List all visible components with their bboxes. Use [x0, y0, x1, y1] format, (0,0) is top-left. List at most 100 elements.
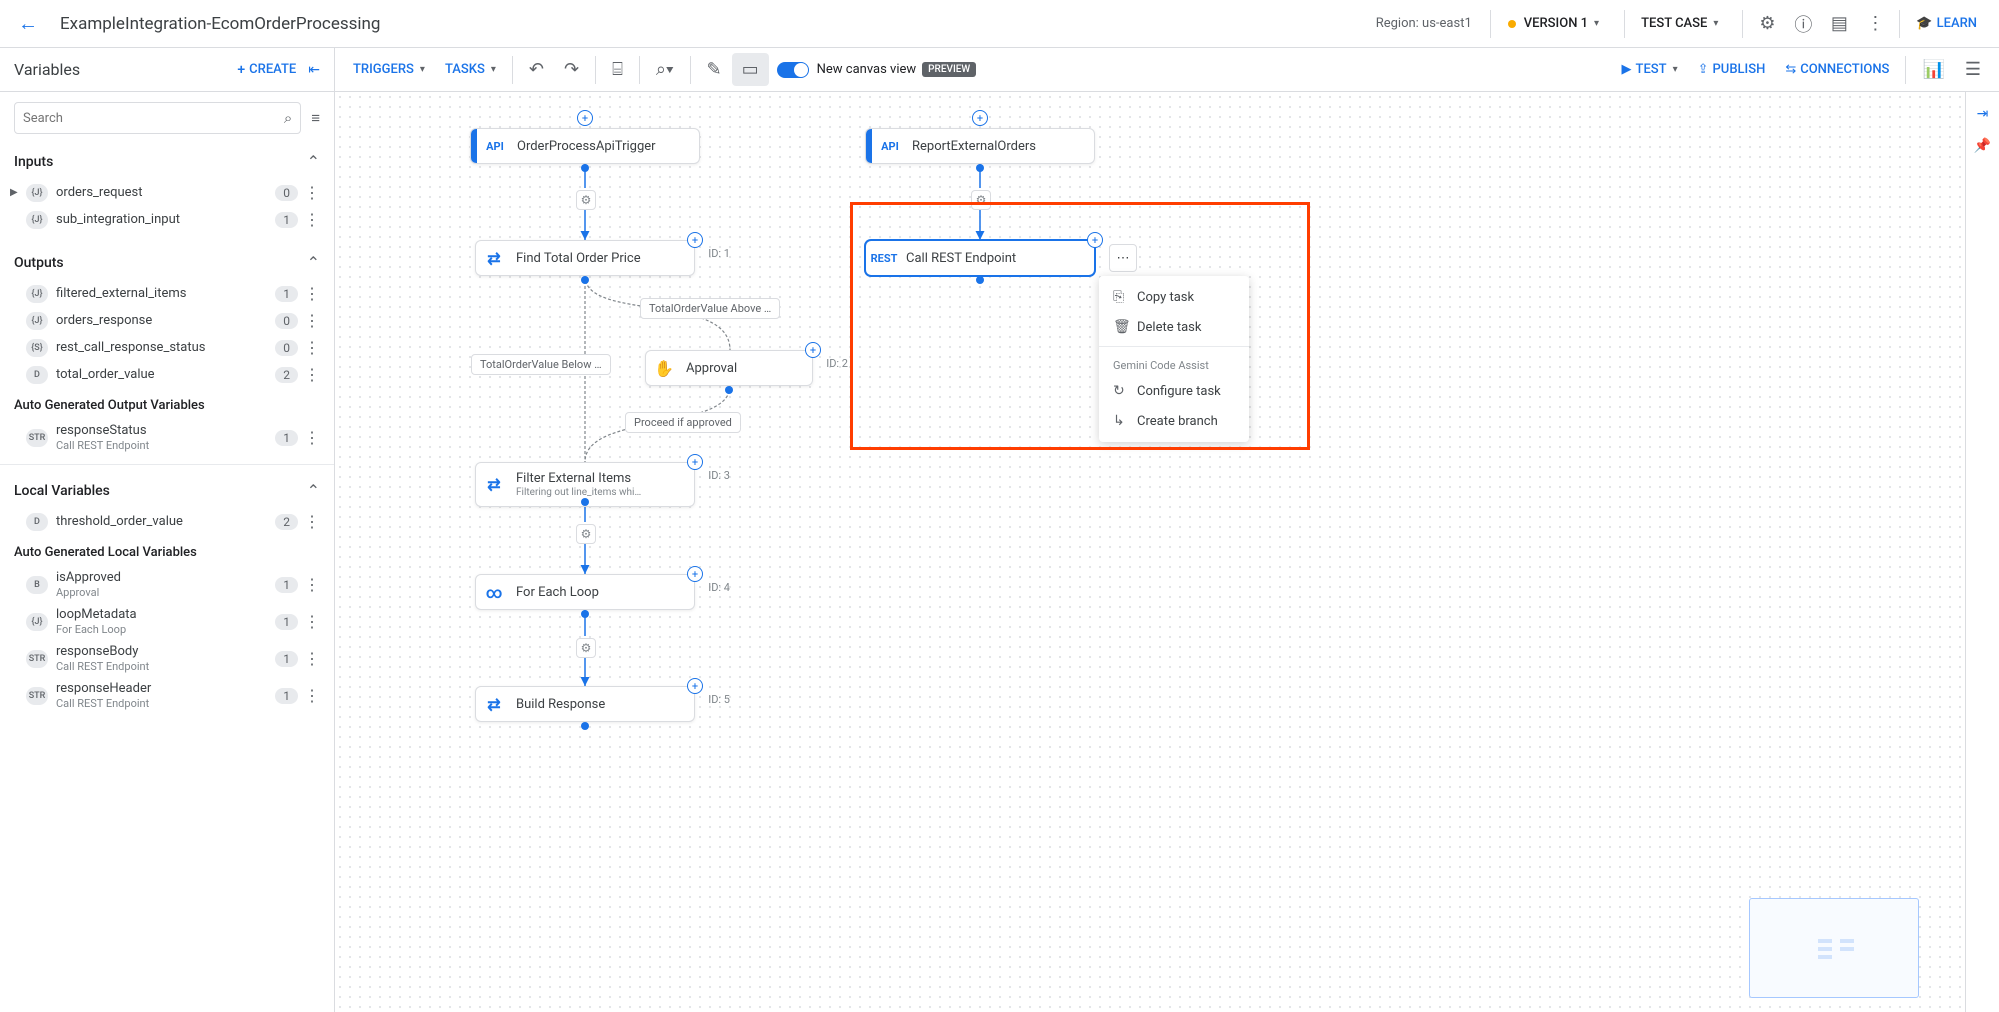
variable-row[interactable]: STRresponseStatusCall REST Endpoint1⋮ [0, 419, 334, 456]
row-menu-icon[interactable]: ⋮ [304, 612, 320, 631]
connector-dot-icon[interactable] [581, 164, 589, 172]
ctx-configure-task[interactable]: ↻ Configure task [1099, 376, 1249, 406]
minimap[interactable] [1749, 898, 1919, 998]
section-header-outputs[interactable]: Outputs ⌃ [0, 245, 334, 280]
row-menu-icon[interactable]: ⋮ [304, 338, 320, 357]
row-menu-icon[interactable]: ⋮ [304, 428, 320, 447]
search-input[interactable] [23, 111, 284, 126]
feedback-icon[interactable]: ▤ [1821, 5, 1857, 42]
row-menu-icon[interactable]: ⋮ [304, 512, 320, 531]
trigger-node[interactable]: APIReportExternalOrders [865, 128, 1095, 164]
edge-condition-label[interactable]: TotalOrderValue Below … [471, 354, 611, 375]
row-menu-icon[interactable]: ⋮ [304, 183, 320, 202]
add-connector-icon[interactable]: + [805, 342, 821, 358]
variable-row[interactable]: Dtotal_order_value2⋮ [0, 361, 334, 388]
variable-row[interactable]: {J}loopMetadataFor Each Loop1⋮ [0, 603, 334, 640]
stats-icon[interactable]: 📊 [1912, 53, 1954, 86]
expand-caret-icon[interactable]: ▶ [10, 187, 20, 198]
variable-row[interactable]: Dthreshold_order_value2⋮ [0, 508, 334, 535]
row-menu-icon[interactable]: ⋮ [304, 575, 320, 594]
collapse-right-icon[interactable]: ⇥ [1977, 98, 1989, 130]
edge-condition-label[interactable]: Proceed if approved [625, 412, 741, 433]
connector-dot-icon[interactable] [725, 386, 733, 394]
fullscreen-icon[interactable]: ▭ [732, 53, 769, 86]
add-connector-icon[interactable]: + [577, 110, 593, 126]
info-icon[interactable]: ⓘ [1785, 3, 1821, 45]
collapse-panel-icon[interactable]: ⇤ [308, 62, 320, 78]
node-id-label: ID: 3 [708, 469, 730, 482]
variable-row[interactable]: {J}sub_integration_input1⋮ [0, 206, 334, 233]
row-menu-icon[interactable]: ⋮ [304, 311, 320, 330]
tasks-dropdown[interactable]: TASKS ▾ [435, 56, 506, 83]
layout-icon[interactable]: ⌸ [602, 53, 633, 86]
test-button[interactable]: ▶ TEST ▾ [1612, 56, 1688, 83]
filter-icon[interactable]: ≡ [311, 109, 320, 127]
row-menu-icon[interactable]: ⋮ [304, 649, 320, 668]
pen-icon[interactable]: ✎ [697, 53, 732, 86]
edge-config-gear-icon[interactable]: ⚙ [576, 524, 596, 544]
node-more-button[interactable]: ⋯ [1109, 244, 1137, 272]
variable-row[interactable]: ▶{J}orders_request0⋮ [0, 179, 334, 206]
search-box[interactable]: ⌕ [14, 102, 301, 134]
connector-dot-icon[interactable] [581, 498, 589, 506]
row-menu-icon[interactable]: ⋮ [304, 210, 320, 229]
variable-row[interactable]: {S}rest_call_response_status0⋮ [0, 334, 334, 361]
top-header: ← ExampleIntegration-EcomOrderProcessing… [0, 0, 1999, 48]
row-menu-icon[interactable]: ⋮ [304, 686, 320, 705]
add-connector-icon[interactable]: + [687, 232, 703, 248]
task-node[interactable]: ⇄Find Total Order PriceID: 1 [475, 240, 695, 276]
row-menu-icon[interactable]: ⋮ [304, 284, 320, 303]
undo-icon[interactable]: ↶ [519, 53, 554, 86]
usage-count-badge: 2 [275, 514, 298, 530]
variable-row[interactable]: BisApprovedApproval1⋮ [0, 566, 334, 603]
row-menu-icon[interactable]: ⋮ [304, 365, 320, 384]
task-node[interactable]: ∞For Each LoopID: 4 [475, 574, 695, 610]
logs-icon[interactable]: ☰ [1955, 53, 1991, 86]
variable-row[interactable]: STRresponseHeaderCall REST Endpoint1⋮ [0, 677, 334, 714]
add-connector-icon[interactable]: + [687, 566, 703, 582]
section-header-inputs[interactable]: Inputs ⌃ [0, 144, 334, 179]
learn-button[interactable]: 🎓 LEARN [1906, 10, 1987, 37]
ctx-create-branch[interactable]: ↳ Create branch [1099, 406, 1249, 436]
task-node[interactable]: ⇄Build ResponseID: 5 [475, 686, 695, 722]
connector-dot-icon[interactable] [581, 722, 589, 730]
add-connector-icon[interactable]: + [972, 110, 988, 126]
task-node[interactable]: ✋ApprovalID: 2 [645, 350, 813, 386]
publish-button[interactable]: ⇪ PUBLISH [1688, 56, 1776, 83]
canvas[interactable]: APIOrderProcessApiTrigger + APIReportExter… [335, 92, 1965, 1012]
connector-dot-icon[interactable] [976, 276, 984, 284]
ctx-delete-task[interactable]: 🗑 Delete task [1099, 312, 1249, 342]
edge-config-gear-icon[interactable]: ⚙ [576, 638, 596, 658]
variable-row[interactable]: {J}filtered_external_items1⋮ [0, 280, 334, 307]
testcase-dropdown[interactable]: TEST CASE ▾ [1631, 10, 1728, 37]
section-header-locals[interactable]: Local Variables ⌃ [0, 473, 334, 508]
connector-dot-icon[interactable] [581, 276, 589, 284]
connections-button[interactable]: ⇆ CONNECTIONS [1775, 56, 1899, 83]
back-arrow-icon[interactable]: ← [12, 5, 44, 42]
settings-gear-icon[interactable]: ⚙ [1749, 5, 1785, 42]
triggers-dropdown[interactable]: TRIGGERS ▾ [343, 56, 435, 83]
task-node[interactable]: RESTCall REST EndpointID: 6 [865, 240, 1095, 276]
zoom-dropdown-icon[interactable]: ⌕▾ [646, 53, 684, 86]
edge-config-gear-icon[interactable]: ⚙ [576, 190, 596, 210]
toggle-switch[interactable] [777, 62, 809, 78]
connector-dot-icon[interactable] [976, 164, 984, 172]
edge-config-gear-icon[interactable]: ⚙ [971, 190, 991, 210]
add-connector-icon[interactable]: + [687, 678, 703, 694]
connector-dot-icon[interactable] [581, 610, 589, 618]
trigger-node[interactable]: APIOrderProcessApiTrigger [470, 128, 700, 164]
pin-icon[interactable]: 📌 [1974, 130, 1991, 162]
version-dropdown[interactable]: VERSION 1 ▾ [1497, 9, 1610, 38]
add-connector-icon[interactable]: + [687, 454, 703, 470]
node-type-icon: ⇄ [476, 249, 512, 268]
edge-condition-label[interactable]: TotalOrderValue Above … [640, 298, 780, 319]
redo-icon[interactable]: ↷ [554, 53, 589, 86]
create-variable-button[interactable]: + CREATE [237, 62, 296, 78]
variable-row[interactable]: {J}orders_response0⋮ [0, 307, 334, 334]
new-canvas-toggle[interactable]: New canvas view PREVIEW [777, 62, 977, 78]
ctx-copy-task[interactable]: ⎘ Copy task [1099, 282, 1249, 312]
more-vert-icon[interactable]: ⋮ [1857, 5, 1893, 42]
add-connector-icon[interactable]: + [1087, 232, 1103, 248]
variable-row[interactable]: STRresponseBodyCall REST Endpoint1⋮ [0, 640, 334, 677]
node-type-icon: ∞ [476, 583, 512, 602]
